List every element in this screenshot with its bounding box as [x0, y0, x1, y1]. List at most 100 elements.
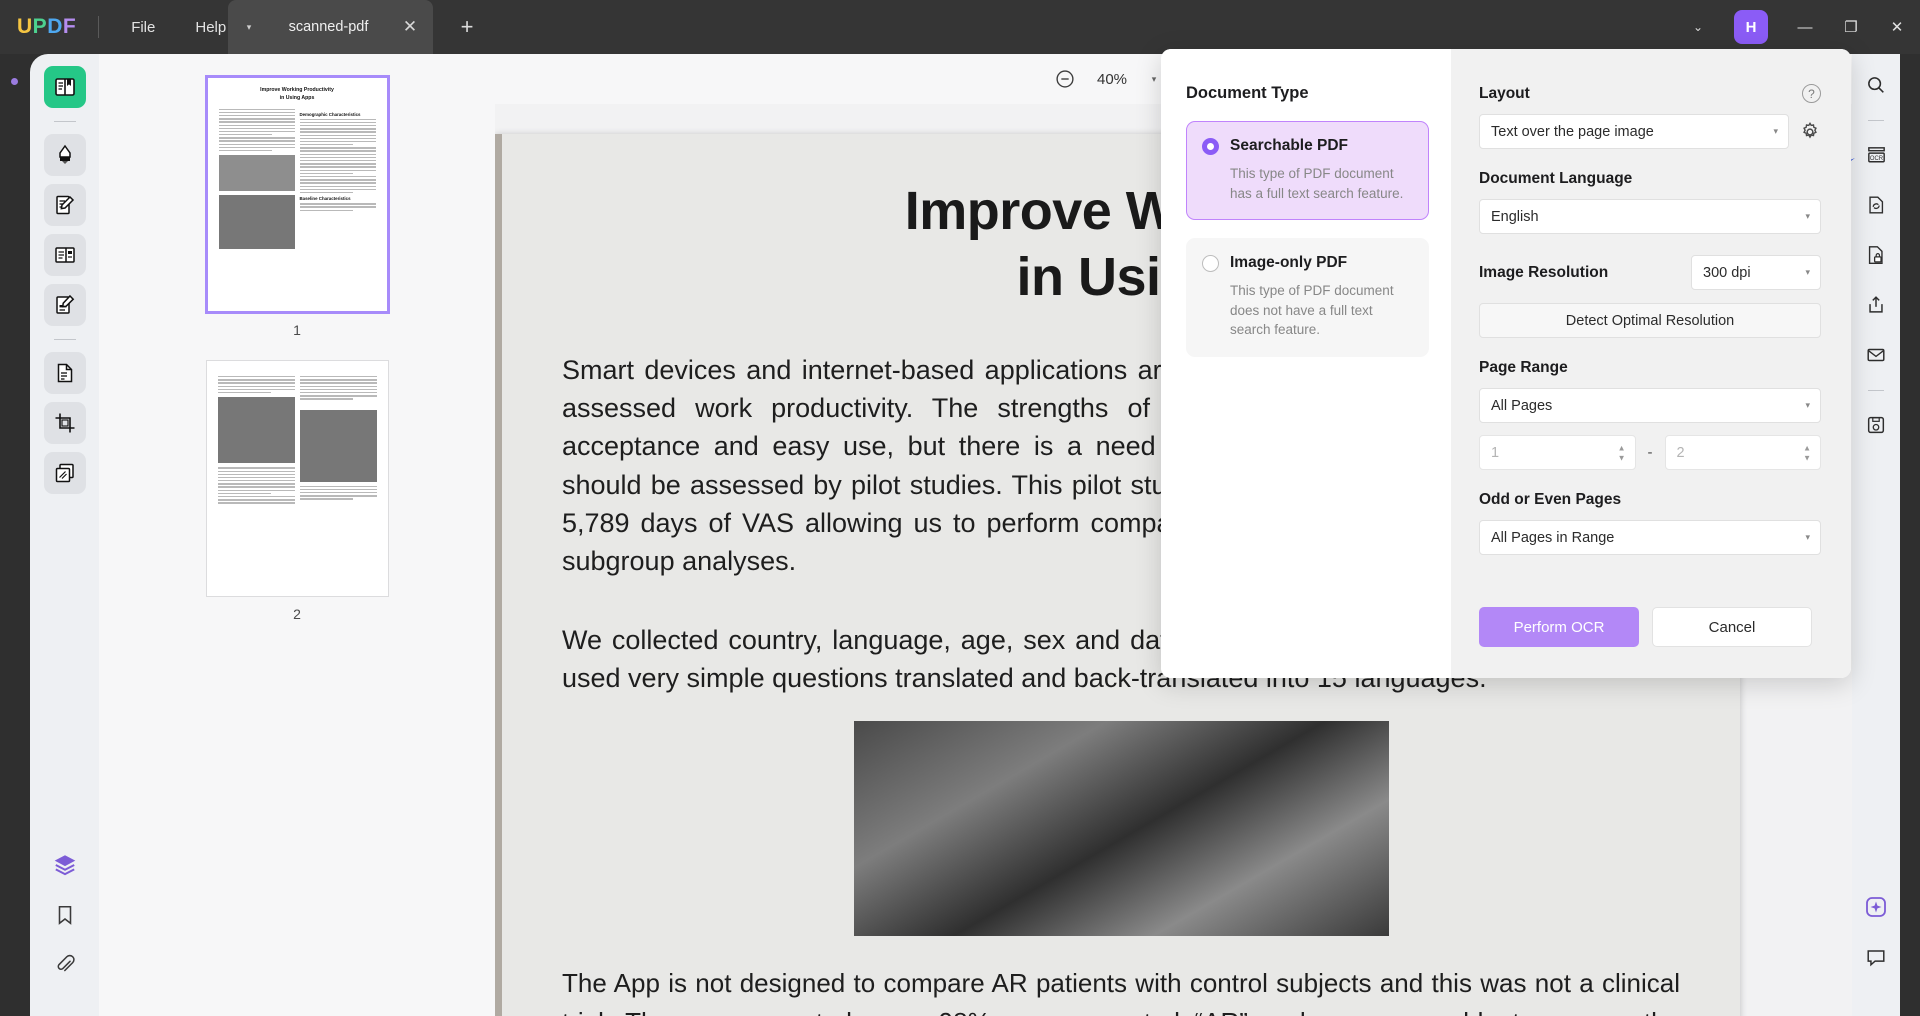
thumb-col-right: Demographic Characteristics Baseline Cha…: [299, 109, 376, 254]
new-tab-button[interactable]: +: [452, 12, 482, 42]
page-to-input[interactable]: 2 ▲ ▼: [1664, 435, 1821, 470]
left-tool-sidebar: [30, 54, 99, 1016]
edit-document-icon: [55, 195, 74, 215]
tool-divider-1: [53, 121, 76, 122]
document-type-title: Document Type: [1186, 84, 1309, 102]
crop-icon: [55, 413, 74, 433]
sidebar-tool-bookmark[interactable]: [44, 894, 86, 936]
menu-file[interactable]: File: [111, 0, 175, 54]
right-tool-share[interactable]: [1859, 288, 1893, 322]
page-range-select[interactable]: All Pages ▾: [1479, 388, 1821, 423]
page-range-label: Page Range: [1479, 359, 1568, 376]
gear-icon[interactable]: [1799, 121, 1821, 143]
language-select[interactable]: English ▾: [1479, 199, 1821, 234]
zoom-out-button[interactable]: [1048, 62, 1082, 96]
page-from-input[interactable]: 1 ▲ ▼: [1479, 435, 1636, 470]
updf-logo: U P D F: [17, 15, 76, 39]
right-tool-search[interactable]: [1859, 68, 1893, 102]
bookmark-icon: [58, 905, 71, 925]
right-tool-ocr[interactable]: OCR: [1859, 138, 1893, 172]
ocr-icon: OCR: [1867, 146, 1885, 162]
resolution-select-value: 300 dpi: [1703, 264, 1751, 281]
resolution-select[interactable]: 300 dpi ▾: [1691, 255, 1821, 290]
detect-optimal-resolution-button[interactable]: Detect Optimal Resolution: [1479, 303, 1821, 338]
maximize-button[interactable]: ❐: [1828, 0, 1874, 54]
sidebar-tool-reader[interactable]: [43, 66, 86, 108]
sidebar-tool-annotate[interactable]: [43, 284, 86, 326]
resolution-row: Image Resolution 300 dpi ▾: [1479, 255, 1821, 290]
perform-ocr-button[interactable]: Perform OCR: [1479, 607, 1639, 647]
rail-indicator-dot: [11, 78, 18, 85]
page-range-select-caret-icon: ▾: [1805, 400, 1810, 410]
sidebar-tool-attachment[interactable]: [44, 944, 86, 986]
odd-even-select-caret-icon: ▾: [1805, 532, 1810, 542]
option-searchable-description: This type of PDF document has a full tex…: [1230, 166, 1404, 201]
sidebar-tool-edit-pdf[interactable]: [43, 184, 86, 226]
odd-even-group: Odd or Even Pages All Pages in Range ▾: [1479, 491, 1821, 555]
cancel-button[interactable]: Cancel: [1652, 607, 1812, 647]
thumb2-photo-2: [299, 409, 377, 482]
sidebar-tool-crop[interactable]: [43, 402, 86, 444]
share-upload-icon: [1869, 296, 1883, 313]
close-button[interactable]: ✕: [1874, 0, 1920, 54]
envelope-icon: [1867, 348, 1885, 362]
page-to-stepper-icon[interactable]: ▲ ▼: [1803, 444, 1811, 462]
odd-even-select[interactable]: All Pages in Range ▾: [1479, 520, 1821, 555]
layout-label-row: Layout ?: [1479, 84, 1821, 103]
tab-close-icon[interactable]: ✕: [399, 17, 421, 37]
thumbnail-page-2[interactable]: [205, 360, 389, 597]
comment-icon: [1867, 950, 1885, 967]
minimize-button[interactable]: —: [1782, 0, 1828, 54]
sidebar-tool-convert[interactable]: [43, 352, 86, 394]
window-chevron-down-icon[interactable]: ⌄: [1676, 20, 1720, 34]
tab-title: scanned-pdf: [288, 19, 369, 35]
page-range-dash: -: [1647, 444, 1653, 461]
odd-even-label: Odd or Even Pages: [1479, 491, 1622, 508]
window-controls: ⌄ H — ❐ ✕: [1676, 0, 1920, 54]
document-paragraph-3: The App is not designed to compare AR pa…: [562, 968, 1680, 1016]
option-image-only-pdf[interactable]: Image-only PDF This type of PDF document…: [1186, 238, 1429, 357]
option-searchable-pdf[interactable]: Searchable PDF This type of PDF document…: [1186, 121, 1429, 221]
page-range-select-value: All Pages: [1491, 397, 1553, 414]
language-label: Document Language: [1479, 170, 1633, 187]
page-from-stepper-icon[interactable]: ▲ ▼: [1618, 444, 1626, 462]
title-bar: U P D F File Help ▾ scanned-pdf ✕ + ⌄ H …: [0, 0, 1920, 54]
option-image-only-description: This type of PDF document does not have …: [1230, 283, 1394, 338]
radio-image-only-pdf[interactable]: [1202, 254, 1219, 272]
document-tab[interactable]: ▾ scanned-pdf ✕: [228, 0, 433, 54]
logo-letter-d: D: [47, 15, 63, 38]
zoom-level-display[interactable]: 40%: [1086, 71, 1138, 88]
right-tool-save[interactable]: [1859, 408, 1893, 442]
avatar[interactable]: H: [1734, 10, 1768, 44]
reader-icon: [54, 78, 75, 96]
logo-letter-u: U: [17, 15, 33, 38]
menu-bar: File Help: [111, 0, 246, 54]
right-tool-ai[interactable]: [1859, 890, 1893, 924]
layout-select[interactable]: Text over the page image ▾: [1479, 114, 1789, 149]
floppy-save-icon: [1867, 416, 1885, 434]
sidebar-tool-highlight[interactable]: [43, 134, 86, 176]
file-refresh-icon: [1869, 196, 1884, 214]
svg-text:OCR: OCR: [1869, 155, 1883, 161]
thumb-page-title: Improve Working Productivity in Using App…: [260, 87, 334, 101]
thumbnail-label-2: 2: [293, 606, 301, 622]
tool-divider-2: [53, 339, 76, 340]
tab-dropdown-caret-icon[interactable]: ▾: [240, 22, 258, 33]
sidebar-tool-batch[interactable]: [43, 452, 86, 494]
thumbnail-page-1[interactable]: Improve Working Productivity in Using App…: [205, 76, 389, 313]
radio-searchable-pdf[interactable]: [1202, 137, 1219, 155]
thumbnail-list: Improve Working Productivity in Using App…: [99, 54, 495, 644]
right-tool-comment[interactable]: [1859, 940, 1893, 974]
right-tool-email[interactable]: [1859, 338, 1893, 372]
thumb-columns: Demographic Characteristics Baseline Cha…: [218, 108, 376, 254]
help-icon[interactable]: ?: [1802, 84, 1821, 103]
thumb-page-content-2: [207, 361, 388, 596]
thumb-columns-2: [217, 376, 377, 506]
option-searchable-label: Searchable PDF: [1230, 137, 1349, 154]
layers-icon: [54, 855, 75, 876]
thumb-col-left: [218, 108, 295, 254]
right-tool-convert[interactable]: [1859, 188, 1893, 222]
sidebar-tool-organize[interactable]: [43, 234, 86, 276]
sidebar-tool-layers[interactable]: [44, 844, 86, 886]
right-tool-protect[interactable]: [1859, 238, 1893, 272]
